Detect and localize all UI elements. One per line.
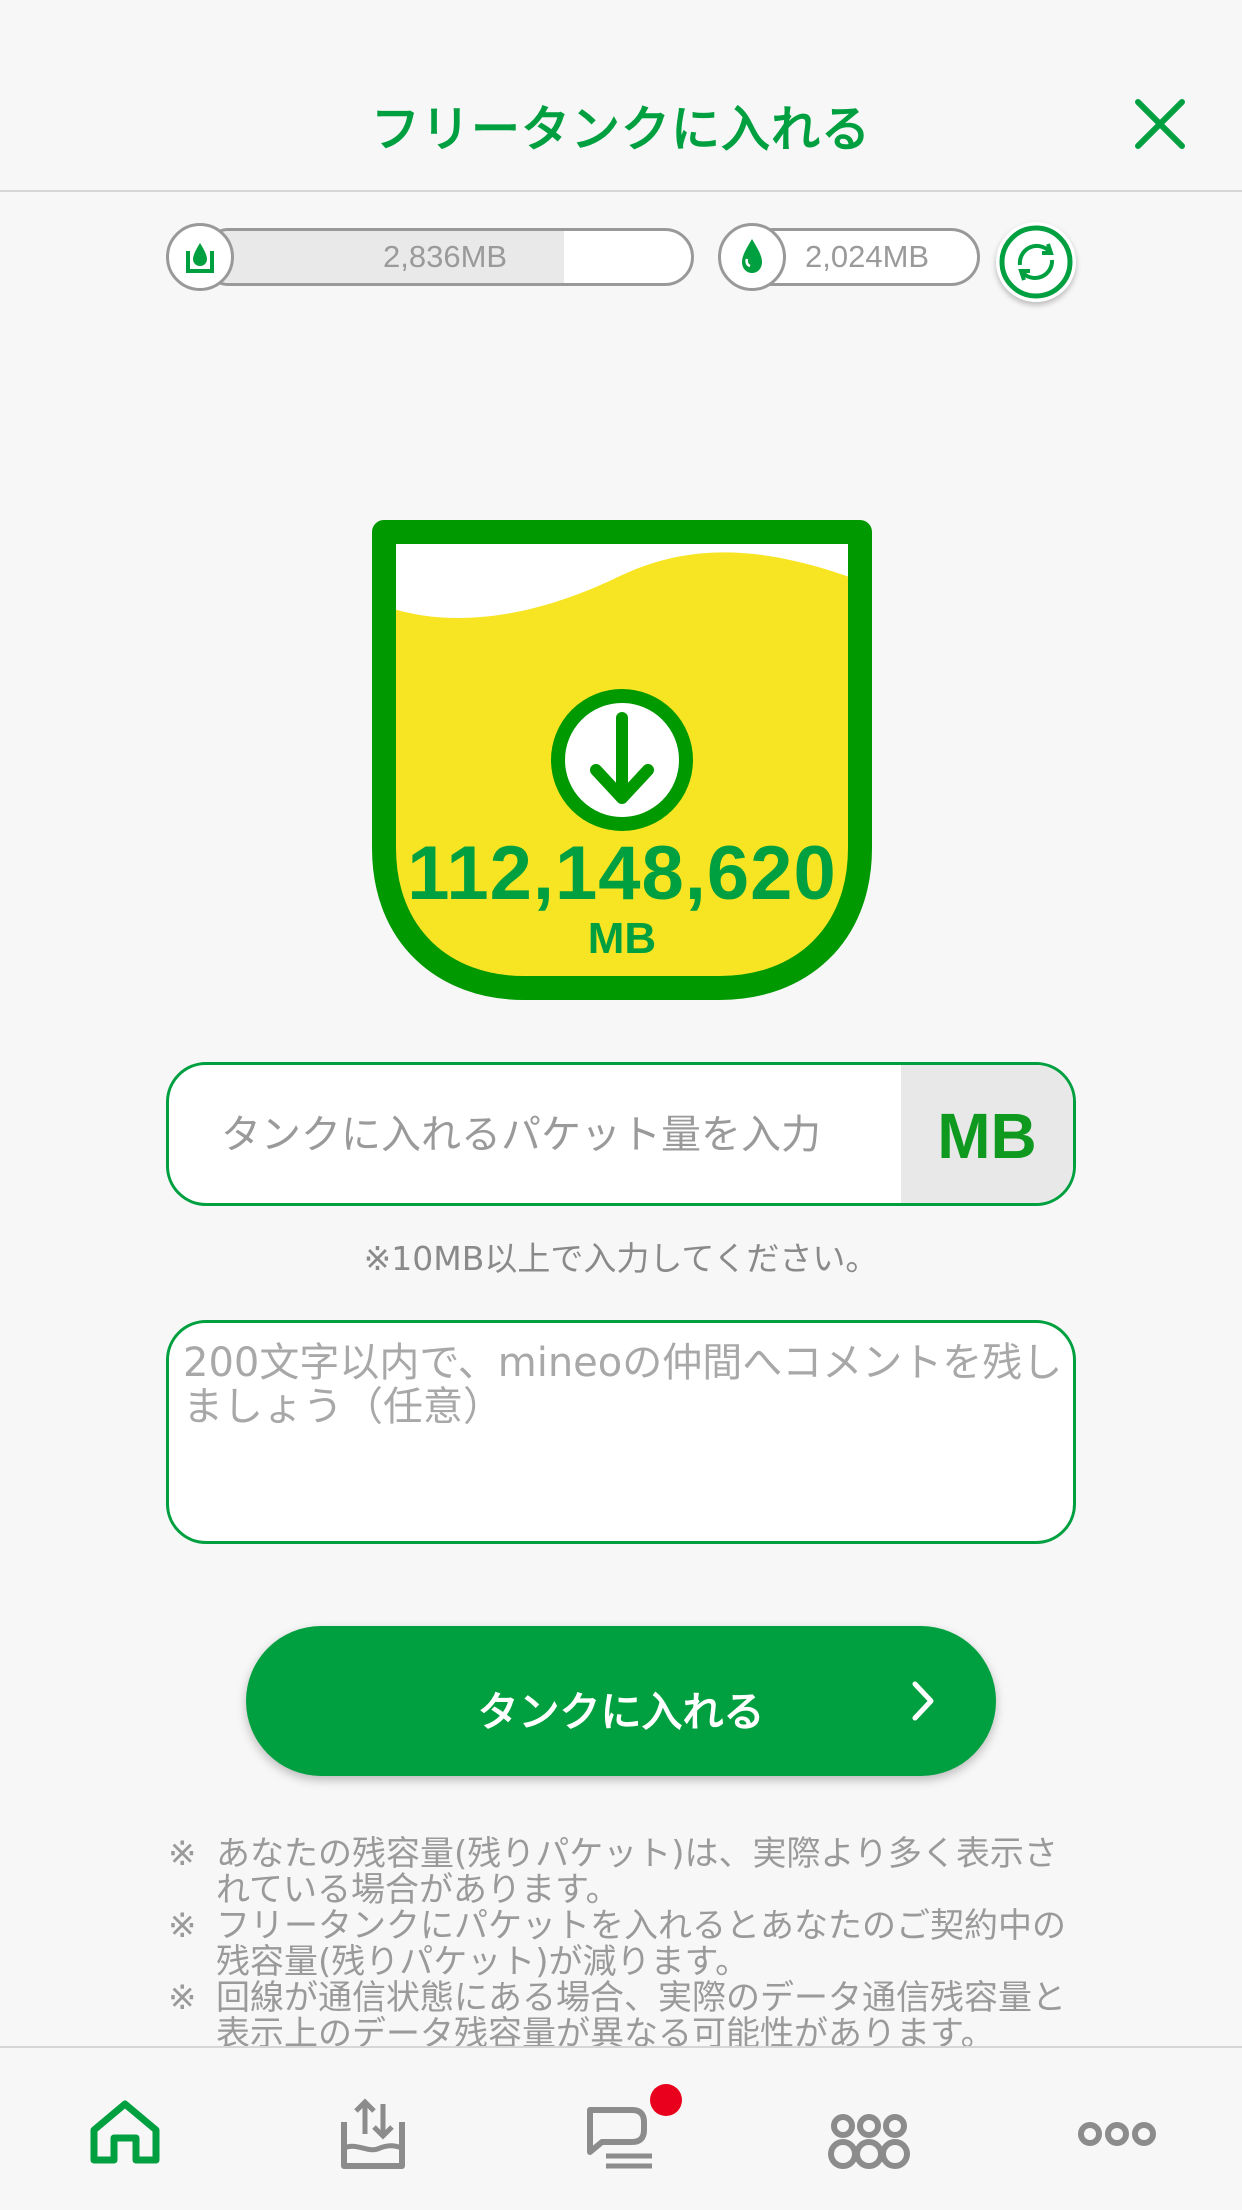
more-icon[interactable] [1072, 2094, 1162, 2174]
tank-badge-icon [166, 223, 234, 291]
note-text: 回線が通信状態にある場合、実際のデータ通信残容量と表示上のデータ残容量が異なる可… [216, 1978, 1066, 2046]
tank-icon[interactable] [328, 2094, 418, 2174]
notes-list: ※ あなたの残容量(残りパケット)は、実際より多く表示されている場合があります。… [168, 1836, 1088, 2046]
tank-capacity-pill: 2,836MB [200, 228, 694, 286]
page-title: フリータンクに入れる [370, 101, 871, 158]
community-icon[interactable] [824, 2094, 914, 2174]
comment-input[interactable] [183, 1341, 1063, 1531]
arrow-down-icon [551, 689, 693, 831]
amount-note: ※10MB以上で入力してください。 [363, 1239, 879, 1278]
note-mark: ※ [168, 1978, 197, 2018]
tab-bar [0, 2046, 1242, 2210]
free-tank: 112,148,620 MB [360, 508, 884, 1012]
note-text: あなたの残容量(残りパケット)は、実際より多く表示されている場合があります。 [216, 1836, 1058, 1910]
note-item: ※ あなたの残容量(残りパケット)は、実際より多く表示されている場合があります。 [168, 1836, 1088, 1908]
chevron-right-icon [912, 1681, 934, 1721]
note-text: フリータンクにパケットを入れるとあなたのご契約中の残容量(残りパケット)が減りま… [216, 1906, 1066, 1982]
home-icon[interactable] [80, 2094, 170, 2174]
refresh-icon [999, 225, 1073, 299]
drop-icon [718, 223, 786, 291]
refresh-button[interactable] [996, 222, 1076, 302]
note-item: ※ フリータンクにパケットを入れるとあなたのご契約中の残容量(残りパケット)が減… [168, 1908, 1088, 1980]
header: フリータンクに入れる [0, 0, 1242, 192]
tank-amount: 112,148,620 [407, 831, 837, 916]
comment-field [166, 1320, 1076, 1544]
tank-unit: MB [587, 914, 657, 963]
status-row: 2,836MB 2,024MB [0, 218, 1242, 328]
amount-unit-label: MB [937, 1100, 1037, 1172]
close-icon[interactable] [1132, 96, 1188, 152]
tank-capacity-value: 2,836MB [383, 239, 508, 274]
note-mark: ※ [168, 1906, 197, 1946]
submit-label: タンクに入れる [477, 1688, 765, 1736]
submit-button[interactable]: タンクに入れる [246, 1626, 996, 1776]
chat-notification-badge [650, 2084, 682, 2116]
note-mark: ※ [168, 1836, 197, 1874]
amount-field: MB [166, 1062, 1076, 1206]
note-item: ※ 回線が通信状態にある場合、実際のデータ通信残容量と表示上のデータ残容量が異な… [168, 1980, 1088, 2046]
amount-unit-block: MB [901, 1065, 1073, 1203]
remaining-packet-value: 2,024MB [805, 239, 930, 274]
